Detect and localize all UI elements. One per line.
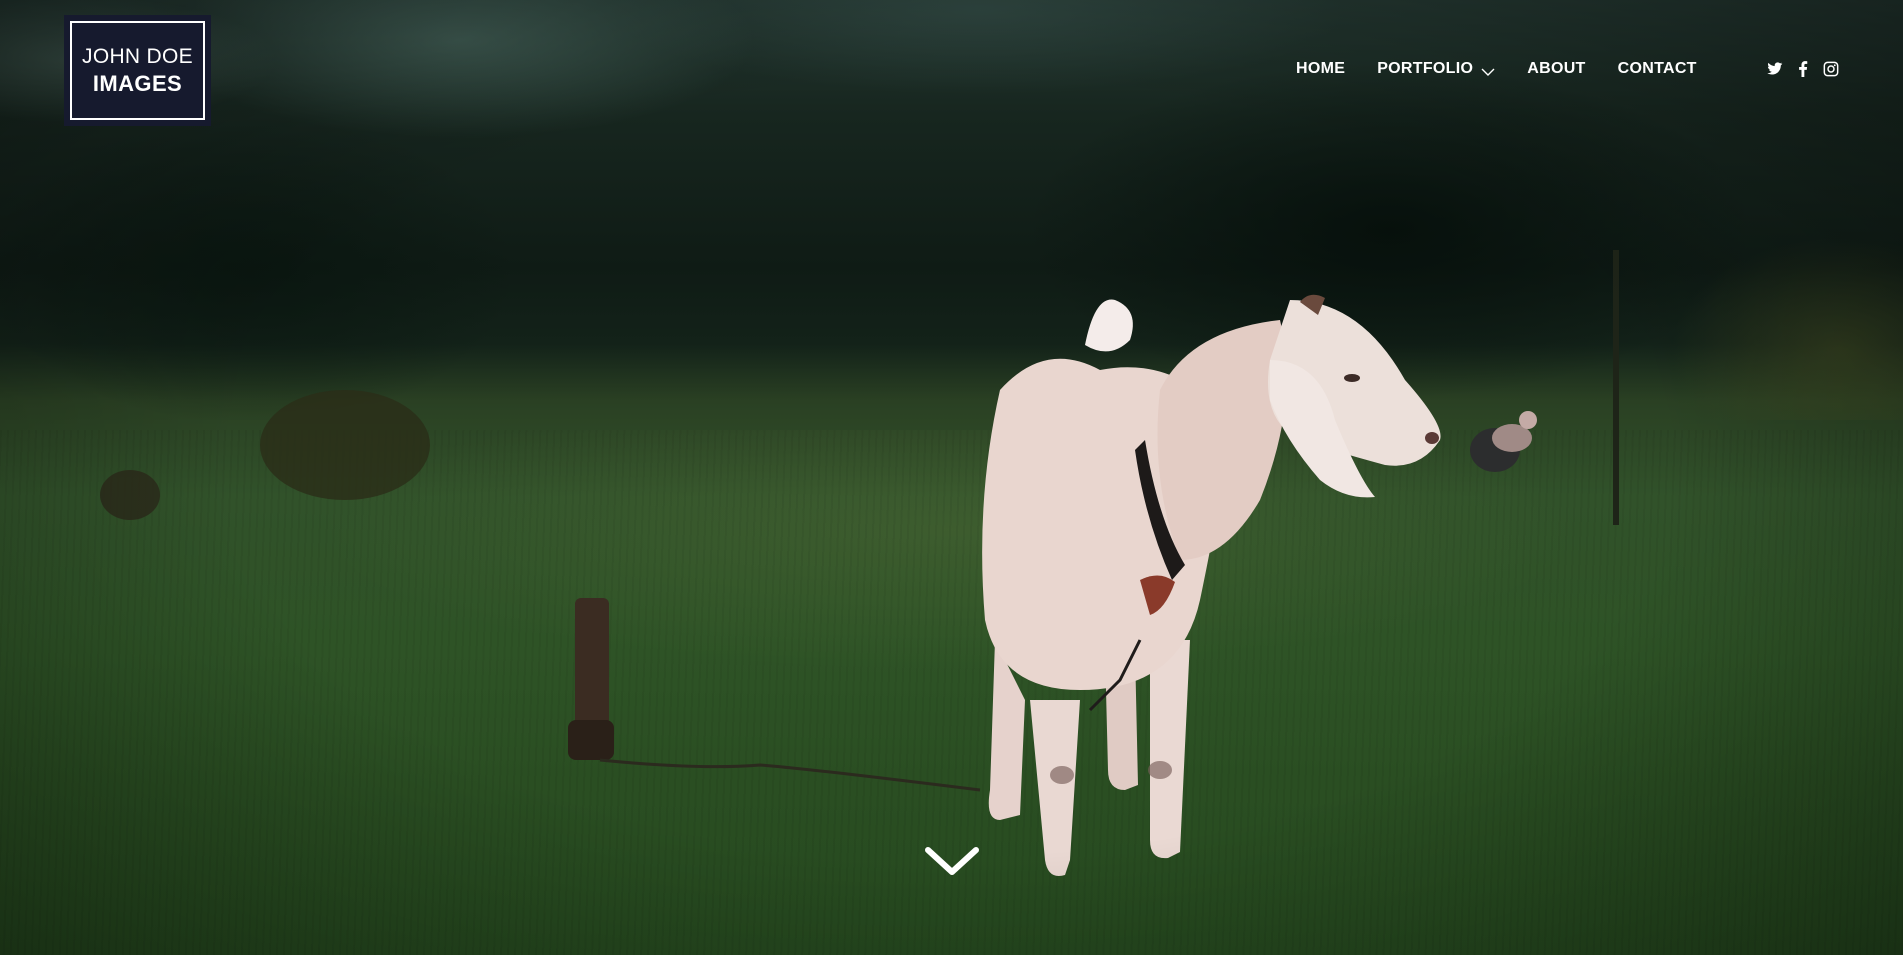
nav-contact[interactable]: CONTACT — [1618, 60, 1697, 78]
site-logo[interactable]: JOHN DOE IMAGES — [64, 15, 211, 126]
chevron-down-icon — [925, 847, 979, 875]
nav-contact-label: CONTACT — [1617, 60, 1697, 77]
main-nav: HOME PORTFOLIO ABOUT CONTACT — [1296, 60, 1697, 78]
logo-frame: JOHN DOE IMAGES — [70, 21, 205, 120]
nav-about[interactable]: ABOUT — [1527, 60, 1585, 78]
instagram-icon[interactable] — [1822, 60, 1840, 78]
nav-portfolio[interactable]: PORTFOLIO — [1377, 60, 1495, 78]
facebook-icon[interactable] — [1794, 60, 1812, 78]
logo-line-2: IMAGES — [92, 70, 183, 96]
nav-home-label: HOME — [1296, 60, 1346, 77]
social-links — [1766, 60, 1840, 78]
logo-line-1: JOHN DOE — [82, 44, 193, 68]
nav-home[interactable]: HOME — [1296, 60, 1345, 78]
nav-about-label: ABOUT — [1527, 60, 1586, 77]
chevron-down-icon — [1481, 64, 1495, 76]
scroll-down-button[interactable] — [922, 845, 982, 879]
hero-section — [0, 0, 1903, 955]
twitter-icon[interactable] — [1766, 60, 1784, 78]
nav-portfolio-label: PORTFOLIO — [1377, 60, 1474, 77]
hero-vignette — [0, 0, 1903, 955]
